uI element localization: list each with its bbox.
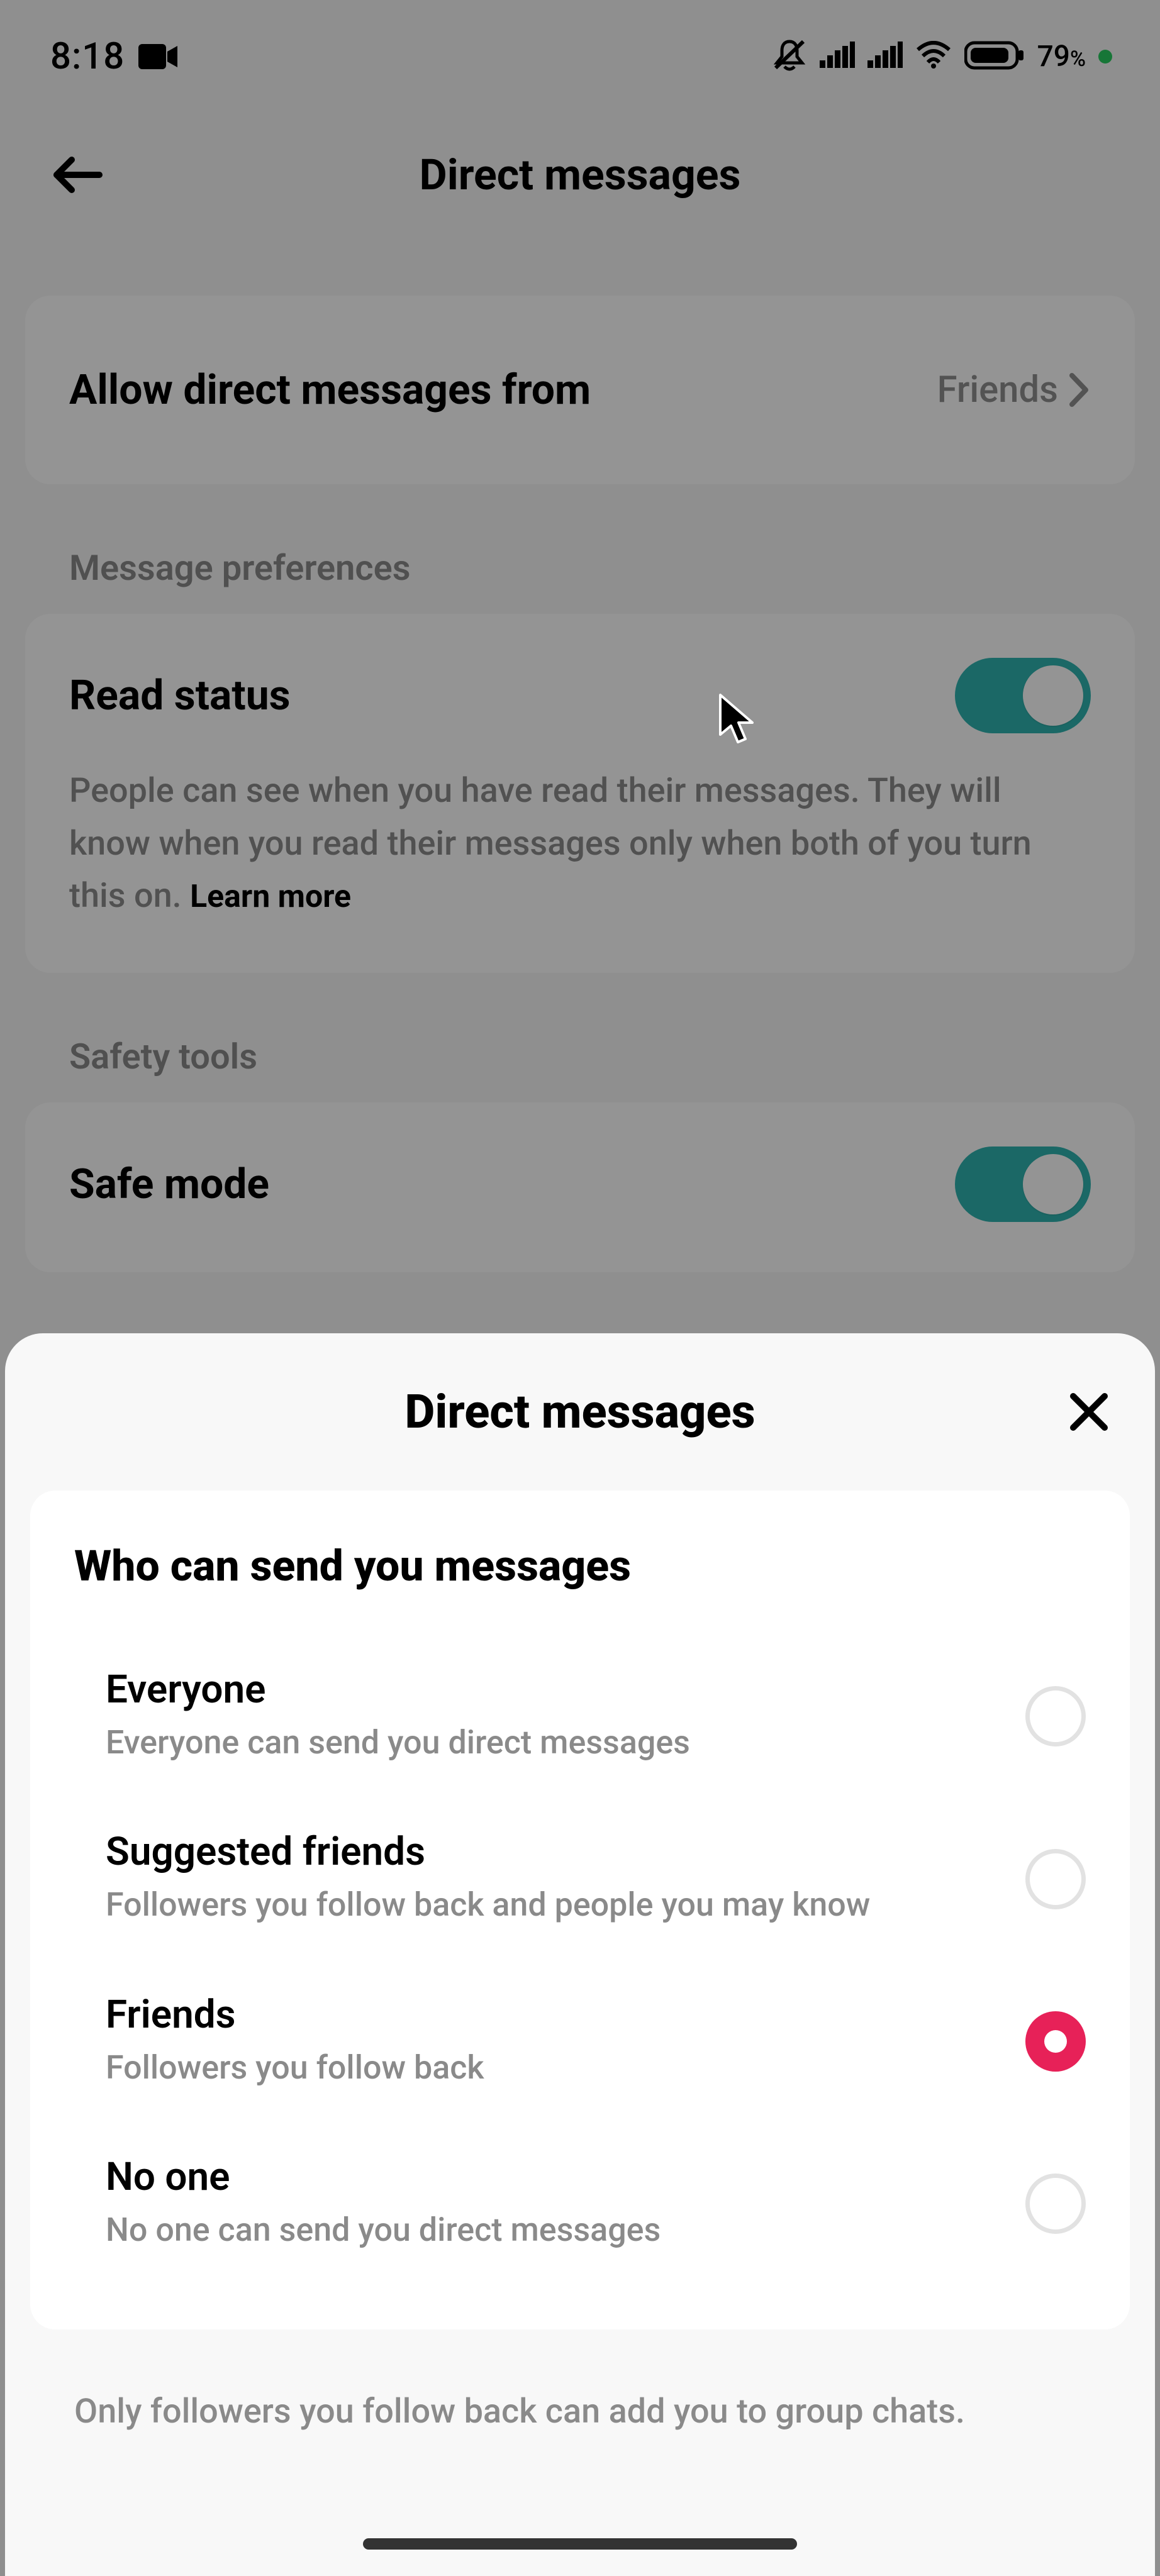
option-title: Suggested friends	[106, 1829, 1000, 1875]
option-title: Everyone	[106, 1667, 1000, 1713]
option-radio[interactable]	[1025, 1849, 1086, 1909]
option-no-one[interactable]: No one No one can send you direct messag…	[74, 2116, 1086, 2279]
sheet-section-title: Who can send you messages	[74, 1541, 1086, 1591]
option-title: No one	[106, 2154, 1000, 2200]
option-desc: Everyone can send you direct messages	[106, 1719, 1000, 1766]
close-icon	[1067, 1390, 1111, 1434]
sheet-close-button[interactable]	[1067, 1390, 1111, 1434]
option-friends[interactable]: Friends Followers you follow back	[74, 1954, 1086, 2116]
option-radio[interactable]	[1025, 2174, 1086, 2234]
sheet-footnote: Only followers you follow back can add y…	[5, 2329, 1155, 2437]
option-desc: Followers you follow back and people you…	[106, 1881, 1000, 1928]
option-desc: No one can send you direct messages	[106, 2206, 1000, 2253]
option-desc: Followers you follow back	[106, 2044, 1000, 2091]
option-title: Friends	[106, 1992, 1000, 2038]
dm-options-sheet: Direct messages Who can send you message…	[5, 1333, 1155, 2576]
sheet-title: Direct messages	[404, 1385, 755, 1440]
option-radio[interactable]	[1025, 1686, 1086, 1746]
option-suggested-friends[interactable]: Suggested friends Followers you follow b…	[74, 1791, 1086, 1953]
sheet-options-card: Who can send you messages Everyone Every…	[30, 1491, 1130, 2329]
home-indicator[interactable]	[363, 2538, 797, 2550]
option-everyone[interactable]: Everyone Everyone can send you direct me…	[74, 1641, 1086, 1791]
option-radio[interactable]	[1025, 2011, 1086, 2072]
